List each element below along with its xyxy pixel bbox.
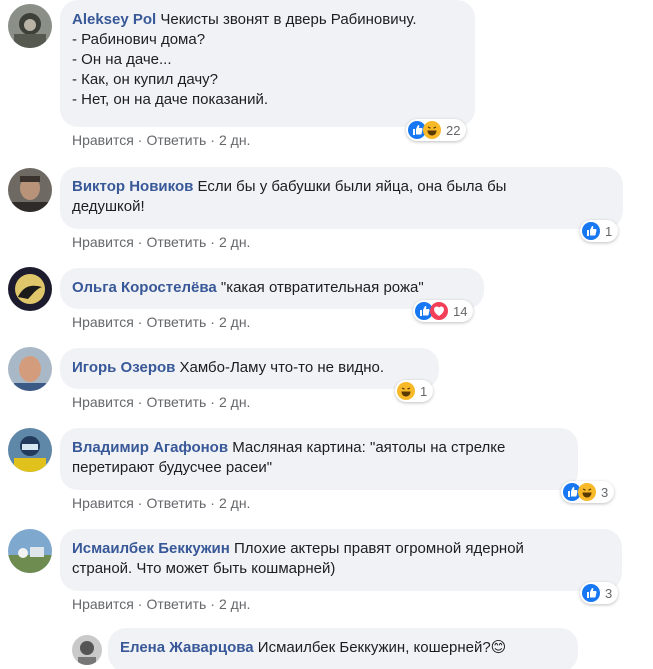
avatar[interactable] (8, 529, 52, 573)
comment-text: - Он на даче... (72, 51, 172, 68)
comment-text: - Как, он купил дачу? (72, 71, 219, 88)
comment-actions: Нравится · Ответить · 2 дн. (72, 132, 250, 148)
avatar[interactable] (8, 168, 52, 212)
comment-text: перетирают будусчее расеи" (72, 459, 273, 476)
reaction-count: 1 (420, 383, 428, 399)
separator: · (210, 495, 215, 511)
haha-reaction-icon (578, 483, 596, 501)
comment-text: страной. Что может быть кошмарней) (72, 560, 336, 577)
like-button[interactable]: Нравится (72, 495, 134, 511)
like-button[interactable]: Нравится (72, 234, 134, 250)
reply-button[interactable]: Ответить (146, 394, 206, 410)
comment-author[interactable]: Игорь Озеров (72, 359, 175, 376)
comment-bubble: Игорь Озеров Хамбо-Ламу что-то не видно. (60, 348, 439, 389)
comment-text: - Рабинович дома? (72, 31, 206, 48)
reaction-count: 22 (446, 122, 461, 138)
comment-actions: Нравится · Ответить · 2 дн. (72, 234, 250, 250)
separator: · (137, 596, 143, 612)
comment-author[interactable]: Владимир Агафонов (72, 439, 228, 456)
love-reaction-icon (430, 302, 448, 320)
comment-actions: Нравится · Ответить · 2 дн. (72, 596, 250, 612)
avatar[interactable] (8, 428, 52, 472)
avatar[interactable] (8, 267, 52, 311)
reply-button[interactable]: Ответить (146, 495, 206, 511)
comment-text: Если бы у бабушки были яйца, она была бы (197, 178, 507, 195)
reactions-summary[interactable]: 14 (413, 300, 474, 322)
separator: · (137, 234, 143, 250)
separator: · (137, 314, 143, 330)
comment-author[interactable]: Виктор Новиков (72, 178, 193, 195)
reply-button[interactable]: Ответить (146, 596, 206, 612)
comment-text: Исмаилбек Беккужин, кошерней?😊 (257, 639, 507, 656)
reaction-count: 3 (605, 585, 613, 601)
reaction-count: 14 (453, 303, 468, 319)
separator: · (210, 394, 215, 410)
avatar[interactable] (8, 4, 52, 48)
haha-reaction-icon (397, 382, 415, 400)
comment-text: Чекисты звонят в дверь Рабиновичу. (160, 11, 417, 28)
reply-button[interactable]: Ответить (146, 314, 206, 330)
comment-author[interactable]: Исмаилбек Беккужин (72, 540, 230, 557)
avatar[interactable] (8, 347, 52, 391)
comment-actions: Нравится · Ответить · 2 дн. (72, 394, 250, 410)
separator: · (210, 234, 215, 250)
comment-author[interactable]: Ольга Коростелёва (72, 279, 217, 296)
haha-reaction-icon (423, 121, 441, 139)
reactions-summary[interactable]: 1 (580, 220, 619, 242)
comment-text: Хамбо-Ламу что-то не видно. (179, 359, 385, 376)
reactions-summary[interactable]: 3 (561, 481, 615, 503)
comment-timestamp[interactable]: 2 дн. (219, 234, 250, 250)
comment-timestamp[interactable]: 2 дн. (219, 132, 250, 148)
comment-bubble: Исмаилбек Беккужин Плохие актеры правят … (60, 529, 622, 591)
comment-bubble: Елена Жаварцова Исмаилбек Беккужин, коше… (108, 628, 578, 669)
separator: · (137, 495, 143, 511)
comment-bubble: Владимир Агафонов Масляная картина: "аят… (60, 428, 578, 490)
separator: · (210, 132, 215, 148)
comment-timestamp[interactable]: 2 дн. (219, 394, 250, 410)
comment-timestamp[interactable]: 2 дн. (219, 596, 250, 612)
reaction-count: 3 (601, 484, 609, 500)
like-button[interactable]: Нравится (72, 394, 134, 410)
separator: · (210, 596, 215, 612)
comment-text: дедушкой! (72, 198, 145, 215)
reactions-summary[interactable]: 3 (580, 582, 619, 604)
separator: · (210, 314, 215, 330)
like-reaction-icon (582, 222, 600, 240)
separator: · (137, 394, 143, 410)
comment-timestamp[interactable]: 2 дн. (219, 495, 250, 511)
separator: · (137, 132, 143, 148)
comment-text: Плохие актеры правят огромной ядерной (233, 540, 524, 557)
reply-button[interactable]: Ответить (146, 234, 206, 250)
comment-text: "какая отвратительная рожа" (220, 279, 424, 296)
comment-actions: Нравится · Ответить · 2 дн. (72, 495, 250, 511)
comment-bubble: Aleksey Pol Чекисты звонят в дверь Рабин… (60, 0, 475, 127)
like-button[interactable]: Нравится (72, 314, 134, 330)
reactions-summary[interactable]: 1 (395, 380, 434, 402)
comment-author[interactable]: Aleksey Pol (72, 11, 156, 28)
comment-bubble: Виктор Новиков Если бы у бабушки были яй… (60, 167, 623, 229)
comment-text: - Нет, он на даче показаний. (72, 91, 269, 108)
like-button[interactable]: Нравится (72, 132, 134, 148)
reactions-summary[interactable]: 22 (406, 119, 467, 141)
comment-text: Масляная картина: "аятолы на стрелке (232, 439, 506, 456)
avatar[interactable] (72, 635, 102, 665)
comment-timestamp[interactable]: 2 дн. (219, 314, 250, 330)
comment-actions: Нравится · Ответить · 2 дн. (72, 314, 250, 330)
reply-button[interactable]: Ответить (146, 132, 206, 148)
like-reaction-icon (582, 584, 600, 602)
like-button[interactable]: Нравится (72, 596, 134, 612)
reaction-count: 1 (605, 223, 613, 239)
comment-author[interactable]: Елена Жаварцова (120, 639, 254, 656)
